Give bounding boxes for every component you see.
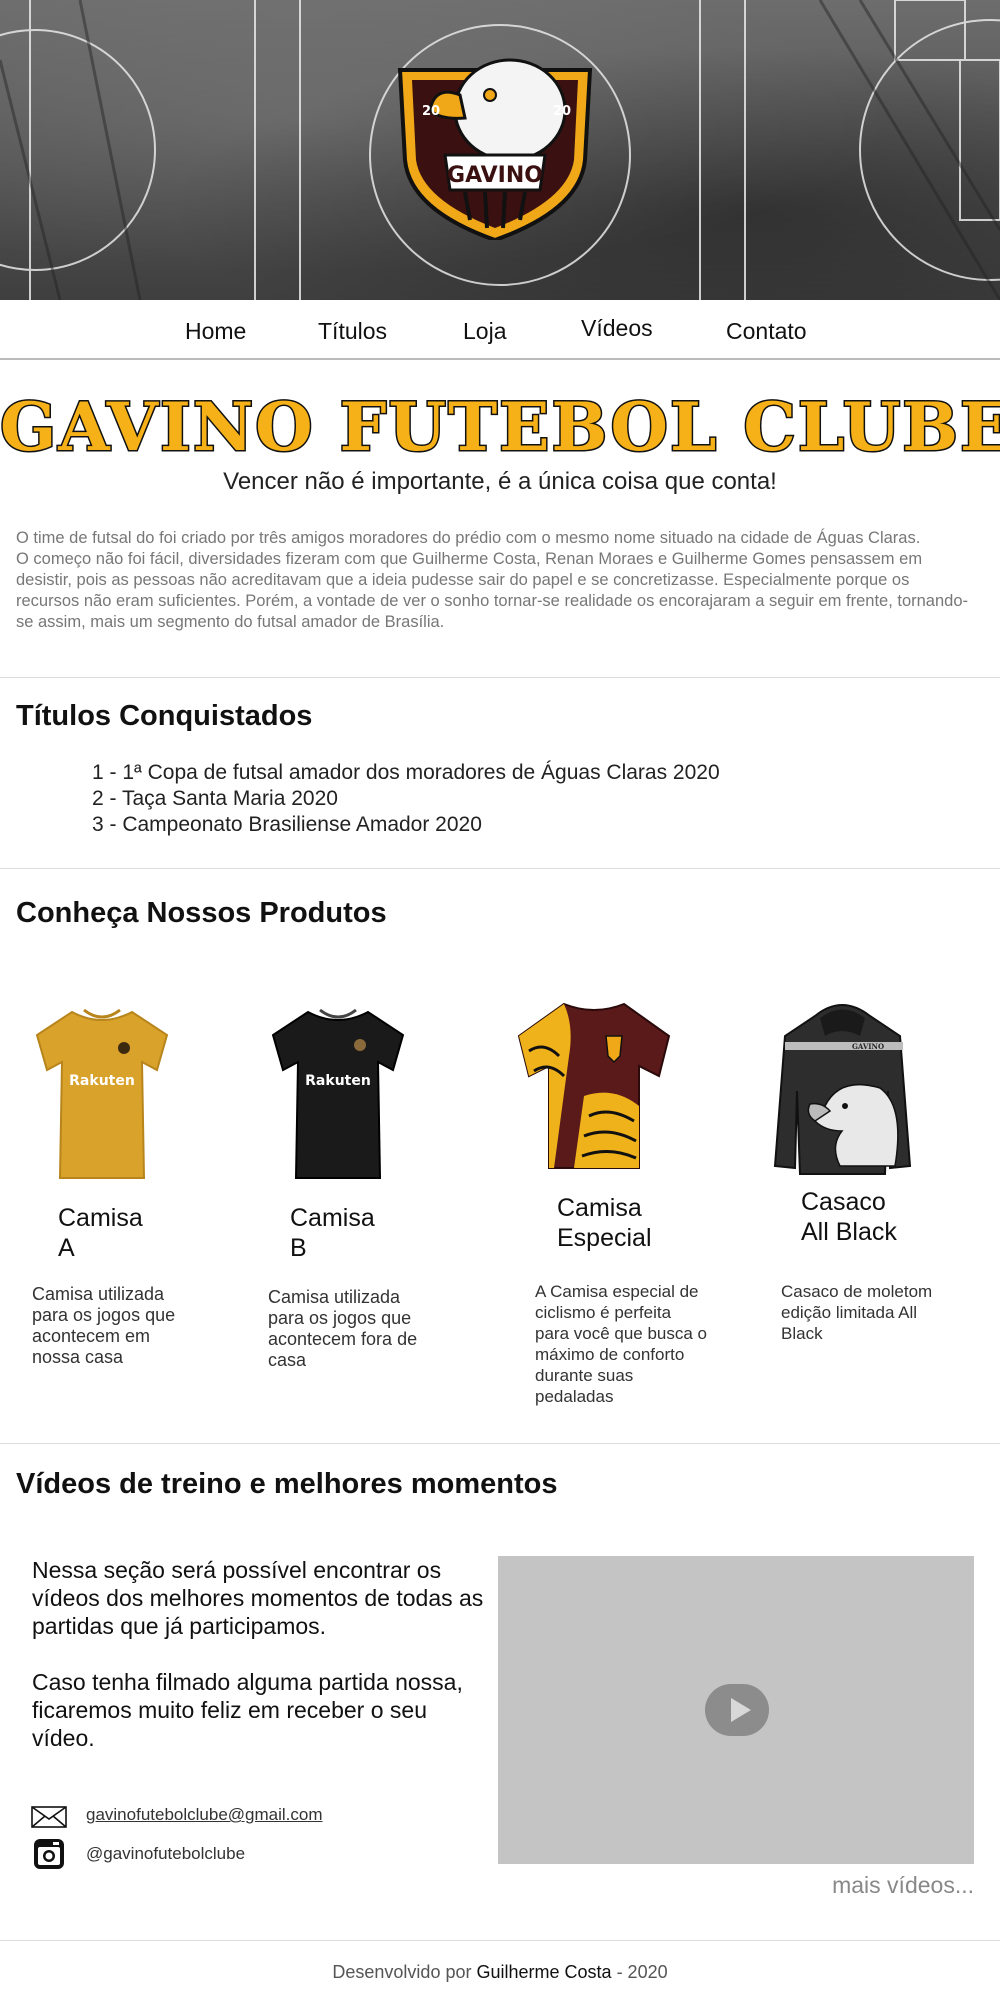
- slogan: Vencer não é importante, é a única coisa…: [223, 468, 777, 495]
- product-desc-camisa-a: Camisa utilizada para os jogos que acont…: [32, 1284, 176, 1367]
- nav-home[interactable]: Home: [185, 318, 246, 345]
- product-name-line1: Camisa: [290, 1204, 375, 1232]
- hoodie-text: GAVINO: [852, 1042, 884, 1051]
- contact-instagram[interactable]: @gavinofutebolclube: [86, 1844, 245, 1864]
- product-card-camisa-b[interactable]: Rakuten: [268, 1000, 408, 1185]
- product-desc-camisa-especial: A Camisa especial de ciclismo é perfeita…: [535, 1282, 708, 1406]
- title-item: 3 - Campeonato Brasiliense Amador 2020: [92, 813, 482, 836]
- nav-videos[interactable]: Vídeos: [581, 315, 653, 342]
- product-desc-camisa-b: Camisa utilizada para os jogos que acont…: [268, 1287, 418, 1370]
- nav-titulos[interactable]: Títulos: [318, 318, 387, 345]
- title-item: 2 - Taça Santa Maria 2020: [92, 787, 338, 810]
- divider: [0, 677, 1000, 678]
- shirt-b-image: Rakuten: [271, 1008, 405, 1179]
- shirt-a-sponsor: Rakuten: [69, 1073, 135, 1089]
- intro-paragraph-1: O time de futsal do foi criado por três …: [16, 529, 921, 547]
- products-heading: Conheça Nossos Produtos: [16, 897, 387, 929]
- product-desc-casaco-all-black: Casaco de moletom edição limitada All Bl…: [781, 1282, 933, 1343]
- product-name-line2: Especial: [557, 1224, 652, 1252]
- page-title: GAVINO FUTEBOL CLUBE: [0, 387, 1000, 468]
- main-navigation: Home Títulos Loja Vídeos Contato: [0, 300, 1000, 360]
- product-name-line1: Camisa: [557, 1194, 642, 1222]
- contact-email[interactable]: gavinofutebolclube@gmail.com: [86, 1805, 323, 1825]
- footer: Desenvolvido por Guilherme Costa - 2020: [0, 1962, 1000, 1983]
- nav-loja[interactable]: Loja: [463, 318, 506, 345]
- videos-heading: Vídeos de treino e melhores momentos: [16, 1468, 558, 1500]
- footer-suffix: - 2020: [616, 1962, 668, 1982]
- nav-contato[interactable]: Contato: [726, 318, 807, 345]
- more-videos-link[interactable]: mais vídeos...: [832, 1872, 974, 1899]
- titles-list: 1 - 1ª Copa de futsal amador dos morador…: [92, 760, 720, 838]
- product-name-camisa-a[interactable]: Camisa A: [58, 1203, 143, 1263]
- play-icon[interactable]: [705, 1684, 769, 1736]
- gavino-eagle-logo: GAVINO 20 20: [397, 58, 593, 240]
- product-name-line2: A: [58, 1234, 75, 1262]
- product-card-camisa-a[interactable]: Rakuten: [32, 1000, 212, 1190]
- title-item: 1 - 1ª Copa de futsal amador dos morador…: [92, 761, 720, 784]
- logo-year-left: 20: [422, 104, 440, 119]
- shirt-a-image: Rakuten: [35, 1008, 169, 1179]
- divider: [0, 1940, 1000, 1941]
- logo-text: GAVINO: [447, 163, 543, 188]
- divider: [0, 868, 1000, 869]
- envelope-icon: [31, 1806, 67, 1828]
- shirt-b-sponsor: Rakuten: [305, 1073, 371, 1089]
- logo-year-right: 20: [553, 104, 571, 119]
- product-name-camisa-b[interactable]: Camisa B: [290, 1203, 375, 1263]
- videos-text-1: Nessa seção será possível encontrar os v…: [32, 1557, 484, 1639]
- product-name-casaco-all-black[interactable]: Casaco All Black: [801, 1187, 897, 1247]
- videos-text-2: Caso tenha filmado alguma partida nossa,…: [32, 1669, 463, 1751]
- instagram-icon[interactable]: [33, 1838, 65, 1870]
- product-card-casaco-all-black[interactable]: GAVINO: [770, 996, 915, 1181]
- footer-prefix: Desenvolvido por: [332, 1962, 472, 1982]
- shirt-especial-image: [517, 1002, 671, 1169]
- intro-text: O time de futsal do foi criado por três …: [16, 528, 976, 633]
- hero-banner: GAVINO 20 20: [0, 0, 1000, 300]
- hoodie-image: GAVINO: [773, 1004, 912, 1175]
- product-name-line2: All Black: [801, 1218, 897, 1246]
- product-name-line2: B: [290, 1234, 307, 1262]
- footer-author: Guilherme Costa: [476, 1962, 612, 1982]
- titles-heading: Títulos Conquistados: [16, 700, 313, 732]
- product-card-camisa-especial[interactable]: [514, 996, 674, 1176]
- product-name-line1: Casaco: [801, 1188, 886, 1216]
- divider: [0, 1443, 1000, 1444]
- intro-paragraph-2: O começo não foi fácil, diversidades fiz…: [16, 550, 969, 631]
- product-name-line1: Camisa: [58, 1204, 143, 1232]
- video-player[interactable]: [498, 1556, 974, 1864]
- product-name-camisa-especial[interactable]: Camisa Especial: [557, 1193, 652, 1253]
